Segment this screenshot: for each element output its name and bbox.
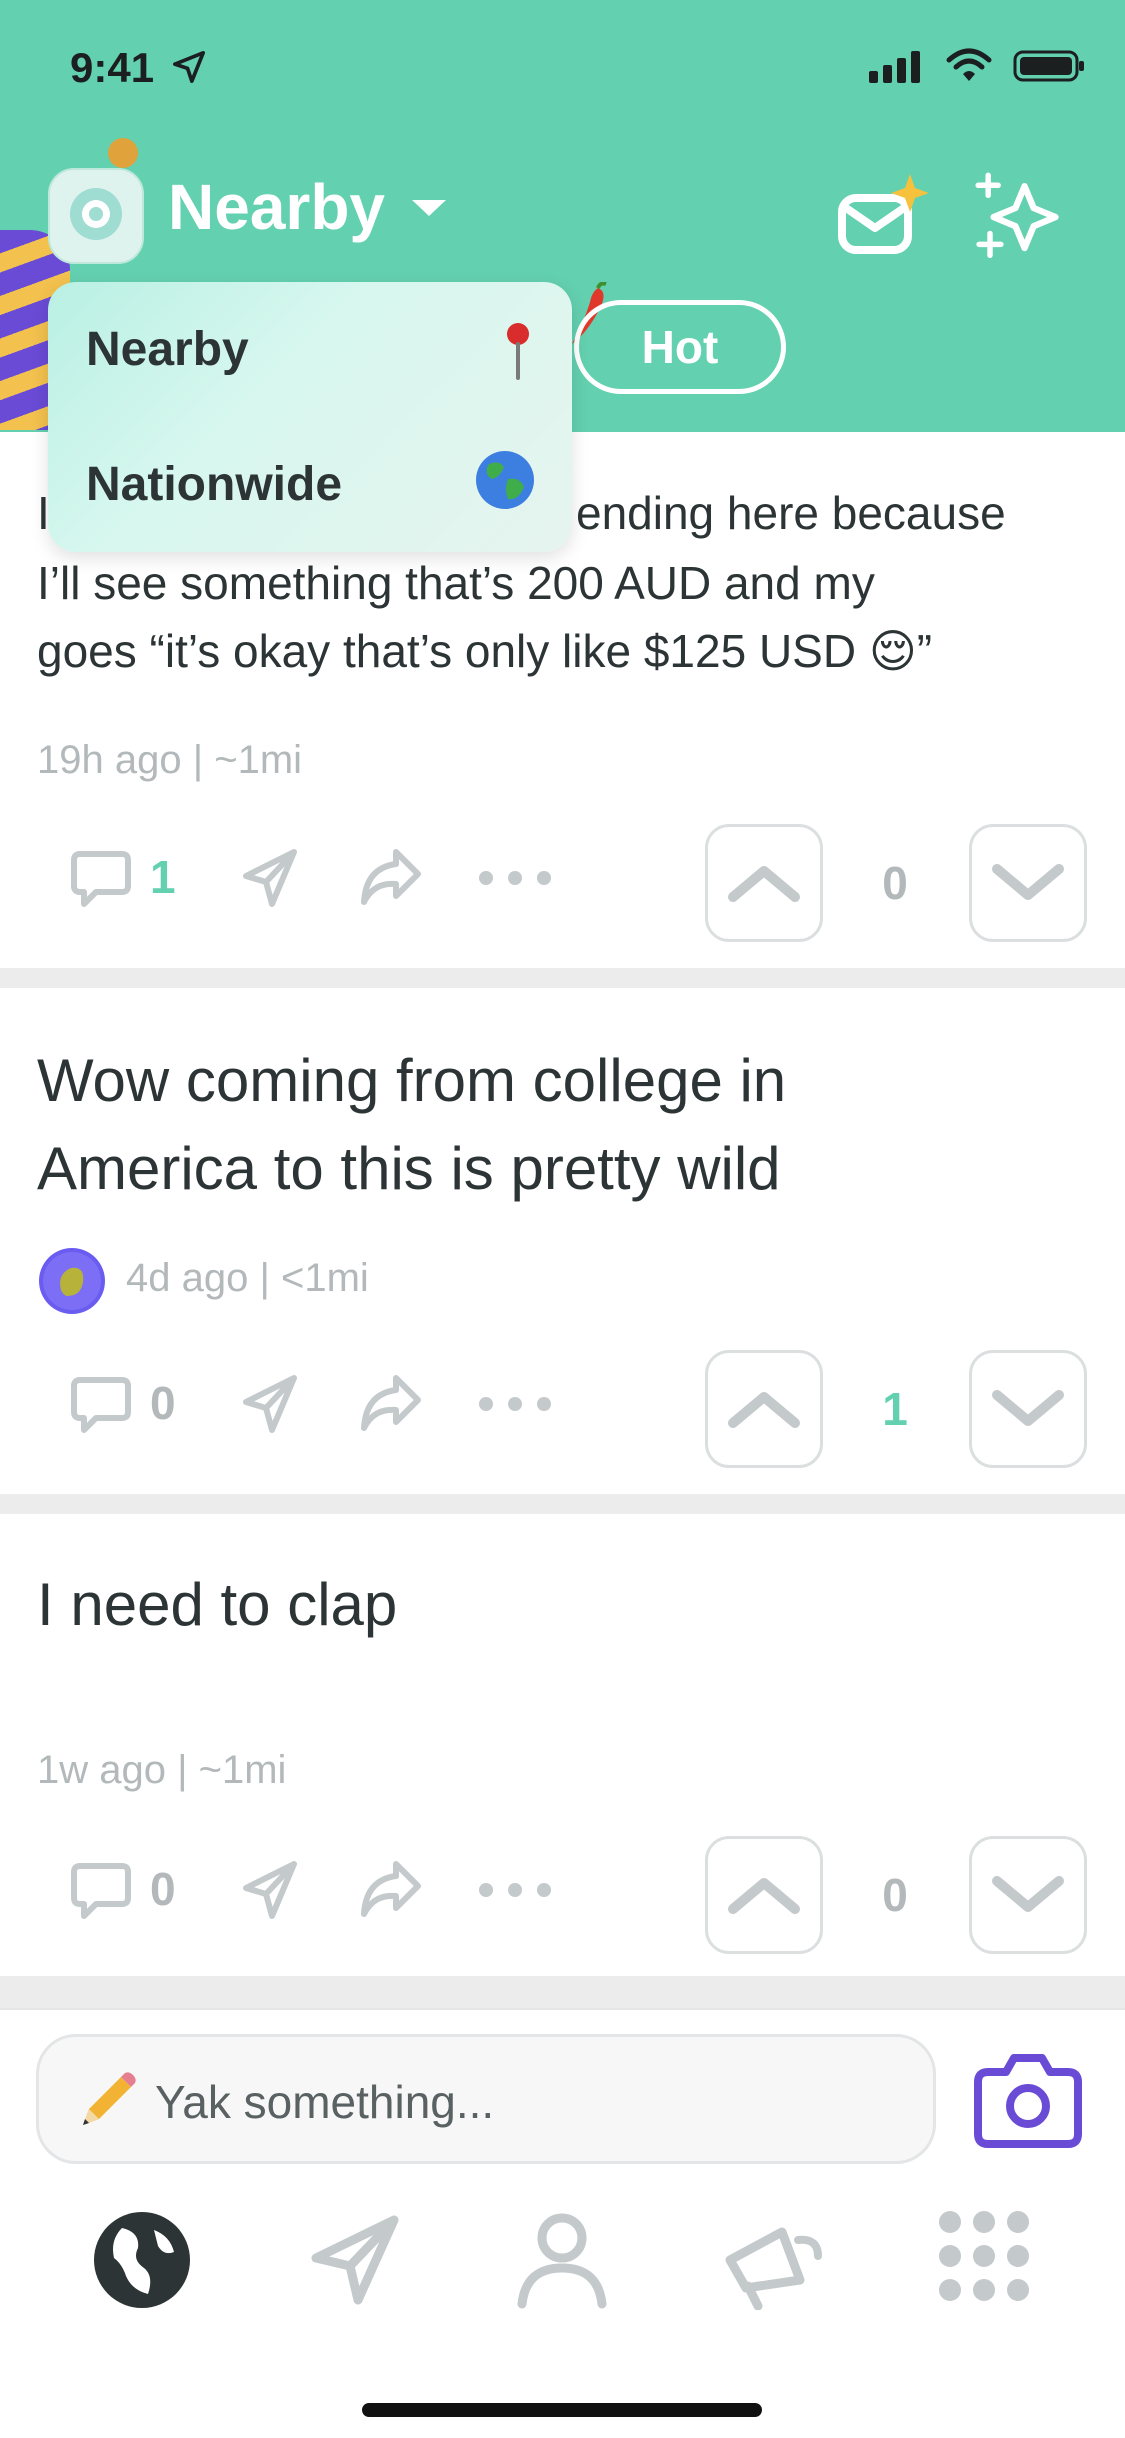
chevron-down-icon[interactable] [412, 200, 446, 216]
vote-score: 1 [882, 1383, 908, 1435]
post-meta: 1w ago | ~1mi [37, 1748, 287, 1792]
post-text-line: I need to clap [37, 1571, 398, 1638]
feed-dropdown-menu: Nearby Nationwide [48, 282, 572, 552]
tab-megaphone-icon[interactable] [722, 2210, 826, 2310]
tab-grid-menu-icon[interactable] [938, 2210, 1030, 2302]
tab-feed-globe-icon[interactable] [92, 2210, 192, 2310]
home-indicator [362, 2403, 762, 2417]
post-actions: 0 0 [0, 1836, 1125, 1956]
location-arrow-icon [172, 50, 206, 84]
more-icon[interactable] [478, 1882, 552, 1898]
post-card[interactable]: I need to clap 1w ago | ~1mi 0 0 [0, 1514, 1125, 1976]
post-actions: 0 1 [0, 1350, 1125, 1470]
camera-icon[interactable] [972, 2050, 1084, 2150]
downvote-button[interactable] [969, 1350, 1087, 1468]
comment-icon[interactable] [70, 1860, 132, 1922]
bottom-bar: Yak something... [0, 2008, 1125, 2438]
tab-send-icon[interactable] [306, 2210, 406, 2310]
downvote-button[interactable] [969, 824, 1087, 942]
comment-count: 0 [150, 1377, 176, 1429]
status-time: 9:41 [70, 44, 155, 91]
share-icon[interactable] [358, 1372, 424, 1434]
tab-hot[interactable]: Hot [574, 300, 786, 394]
battery-icon [1013, 50, 1084, 82]
composer-placeholder: Yak something... [155, 2076, 495, 2128]
share-icon[interactable] [358, 846, 424, 908]
app-logo[interactable] [48, 168, 144, 264]
messages-sparkle-icon[interactable] [836, 168, 936, 268]
logo-badge-icon [70, 188, 122, 240]
chevron-up-icon [728, 866, 800, 902]
vote-score: 0 [882, 1869, 908, 1921]
send-icon[interactable] [240, 846, 300, 910]
chevron-down-icon [992, 864, 1064, 900]
post-text-line: America to this is pretty wild [37, 1135, 781, 1202]
chevron-down-icon [992, 1390, 1064, 1426]
vote-score: 0 [882, 857, 908, 909]
pin-icon [507, 323, 529, 380]
comment-count: 1 [150, 851, 176, 903]
post-meta: 4d ago | <1mi [126, 1256, 369, 1300]
dropdown-item-label: Nationwide [86, 458, 343, 511]
post-text-line: Wow coming from college in [37, 1047, 787, 1114]
more-icon[interactable] [478, 1396, 552, 1412]
cellular-signal-icon [869, 51, 920, 83]
avatar[interactable] [37, 1246, 107, 1316]
pencil-icon [83, 2072, 136, 2125]
share-icon[interactable] [358, 1858, 424, 1920]
post-meta: 19h ago | ~1mi [37, 738, 303, 782]
post-card[interactable]: Wow coming from college in America to th… [0, 988, 1125, 1494]
composer-input[interactable]: Yak something... [36, 2034, 936, 2164]
globe-icon [476, 451, 534, 509]
more-icon[interactable] [478, 870, 552, 886]
comment-icon[interactable] [70, 1374, 132, 1436]
upvote-button[interactable] [705, 1836, 823, 1954]
wifi-icon [946, 48, 992, 81]
dropdown-item-nearby[interactable]: Nearby [48, 282, 572, 417]
post-text-line: I’ll see something that’s 200 AUD and my [37, 557, 875, 609]
chevron-down-icon [992, 1876, 1064, 1912]
tab-profile-icon[interactable] [512, 2210, 612, 2310]
decoration-ball [108, 138, 138, 168]
feed-selector-title[interactable]: Nearby [168, 170, 385, 244]
dropdown-item-label: Nearby [86, 323, 249, 376]
downvote-button[interactable] [969, 1836, 1087, 1954]
send-icon[interactable] [240, 1858, 300, 1922]
post-text-fragment: ending here because [576, 487, 1006, 539]
chevron-up-icon [728, 1878, 800, 1914]
post-text-line: goes “it’s okay that’s only like $125 US… [37, 625, 933, 677]
upvote-button[interactable] [705, 824, 823, 942]
send-icon[interactable] [240, 1372, 300, 1436]
comment-icon[interactable] [70, 848, 132, 910]
post-actions: 1 0 [0, 824, 1125, 944]
comment-count: 0 [150, 1863, 176, 1915]
upvote-button[interactable] [705, 1350, 823, 1468]
sparkles-icon[interactable] [970, 168, 1070, 268]
dropdown-item-nationwide[interactable]: Nationwide [48, 417, 572, 552]
status-icons [869, 48, 1085, 84]
chevron-up-icon [728, 1392, 800, 1428]
